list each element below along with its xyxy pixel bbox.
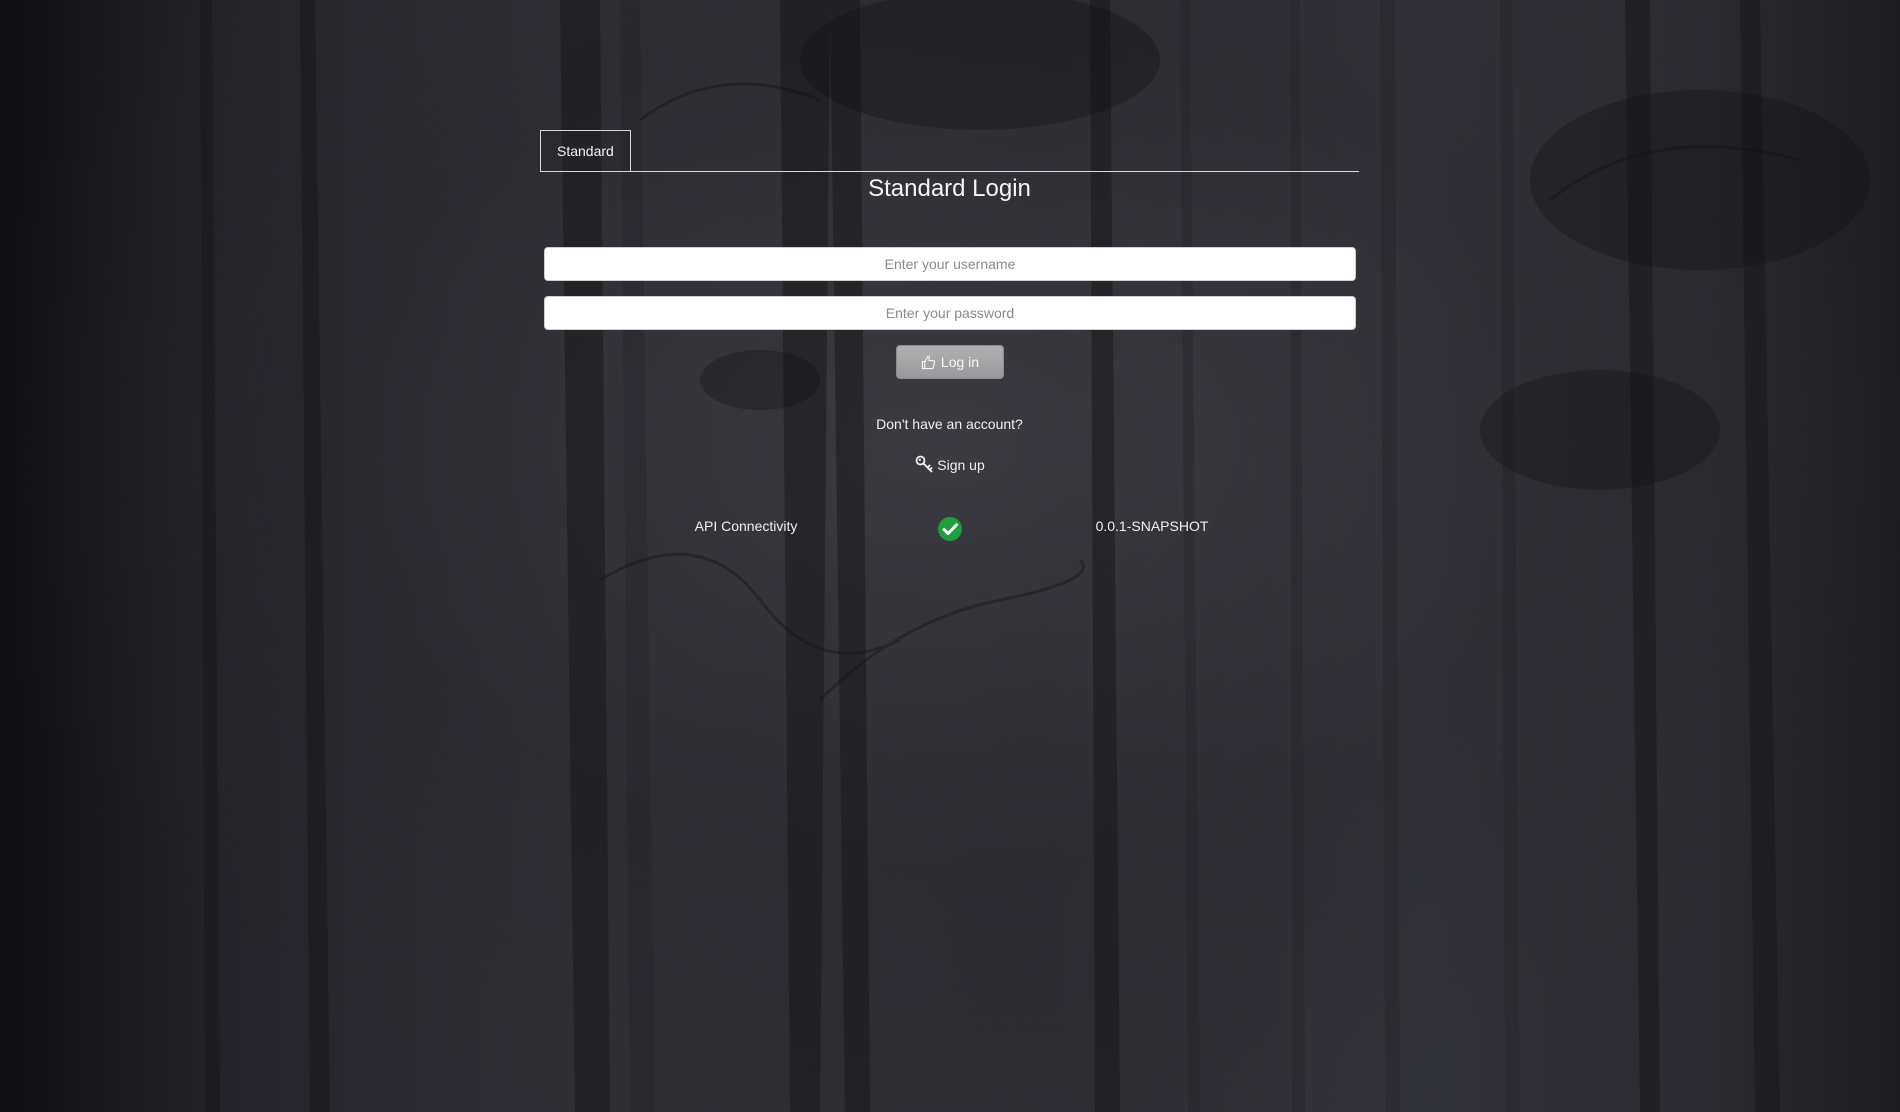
password-input[interactable] [544, 296, 1356, 330]
username-input[interactable] [544, 247, 1356, 281]
api-connectivity-label: API Connectivity [694, 518, 798, 534]
login-page: Standard Standard Login Log in Don't hav… [0, 0, 1900, 1112]
key-icon [915, 455, 933, 476]
login-button-label: Log in [940, 354, 980, 370]
page-title: Standard Login [868, 175, 1031, 202]
no-account-text: Don't have an account? [876, 416, 1023, 432]
check-circle-icon [937, 516, 963, 542]
login-button[interactable]: Log in [896, 345, 1004, 379]
tab-standard[interactable]: Standard [540, 130, 631, 171]
thumbs-up-icon [921, 355, 936, 370]
signup-link[interactable]: Sign up [900, 455, 1000, 475]
version-text: 0.0.1-SNAPSHOT [1095, 518, 1209, 534]
tab-bar: Standard [540, 130, 1359, 172]
signup-label: Sign up [937, 457, 985, 473]
